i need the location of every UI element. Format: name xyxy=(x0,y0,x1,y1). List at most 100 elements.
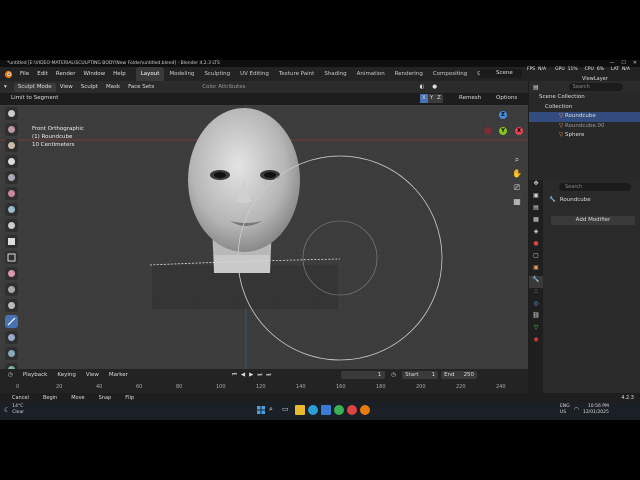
brush-smooth-icon[interactable] xyxy=(5,155,18,168)
menu-file[interactable]: File xyxy=(16,67,33,81)
clock-icon[interactable]: ◷ xyxy=(8,372,13,378)
brush-pinch-icon[interactable] xyxy=(5,187,18,200)
gizmo-neg-x[interactable] xyxy=(484,127,492,135)
brush-flatten-icon[interactable] xyxy=(5,171,18,184)
store-icon[interactable] xyxy=(321,405,331,415)
shading-material-icon[interactable]: ● xyxy=(428,81,441,93)
scene-selector[interactable]: Scene xyxy=(480,69,522,78)
outliner-collection[interactable]: Collection xyxy=(529,103,640,113)
gizmo-x-axis[interactable]: X xyxy=(515,127,523,135)
filter-icon[interactable] xyxy=(5,299,18,312)
frame-ruler[interactable]: 0 20 40 60 80 100 120 140 160 180 200 22… xyxy=(0,381,528,393)
constraints-tab-icon[interactable]: ⛓ xyxy=(529,312,543,324)
blender-logo-icon[interactable] xyxy=(4,70,13,79)
menu-face-sets[interactable]: Face Sets xyxy=(124,81,158,93)
3d-viewport[interactable]: Front Orthographic (1) Roundcube 10 Cent… xyxy=(0,105,528,369)
chrome-icon[interactable] xyxy=(334,405,344,415)
collection-tab-icon[interactable]: ▢ xyxy=(529,252,543,264)
clock[interactable]: 10:56 PM 12/01/2025 xyxy=(583,404,609,416)
render-tab-icon[interactable]: ▣ xyxy=(529,192,543,204)
start-frame-field[interactable]: Start 1 xyxy=(402,371,439,379)
tab-rendering[interactable]: Rendering xyxy=(390,67,428,81)
output-tab-icon[interactable]: ▤ xyxy=(529,204,543,216)
camera-view-icon[interactable]: ⎚ xyxy=(510,183,524,197)
tab-sculpting[interactable]: Sculpting xyxy=(199,67,235,81)
face-set-icon[interactable] xyxy=(5,267,18,280)
blender-taskbar-icon[interactable] xyxy=(360,405,370,415)
properties-search[interactable]: Search xyxy=(559,183,631,191)
menu-marker[interactable]: Marker xyxy=(109,372,128,378)
ortho-toggle-icon[interactable]: ▦ xyxy=(510,197,524,211)
remesh-dropdown[interactable]: Remesh xyxy=(459,95,481,101)
axis-x-toggle[interactable]: X xyxy=(420,94,428,103)
tab-modeling[interactable]: Modeling xyxy=(164,67,199,81)
menu-window[interactable]: Window xyxy=(79,67,109,81)
file-explorer-icon[interactable] xyxy=(295,405,305,415)
tab-texture-paint[interactable]: Texture Paint xyxy=(274,67,320,81)
current-frame-field[interactable]: 1 xyxy=(341,371,386,379)
menu-render[interactable]: Render xyxy=(52,67,80,81)
brush-draw-icon[interactable] xyxy=(5,107,18,120)
object-tab-icon[interactable]: ▣ xyxy=(529,264,543,276)
view-layer-tab-icon[interactable]: ▦ xyxy=(529,216,543,228)
mesh-filter-icon[interactable] xyxy=(5,331,18,344)
windows-start-icon[interactable] xyxy=(256,405,266,415)
edge-icon[interactable] xyxy=(308,405,318,415)
prev-key-icon[interactable]: ◀ xyxy=(241,372,245,378)
limit-to-segment-option[interactable]: Limit to Segment xyxy=(11,95,58,101)
trim-icon[interactable] xyxy=(5,283,18,296)
axis-y-toggle[interactable]: Y xyxy=(427,94,436,103)
menu-help[interactable]: Help xyxy=(109,67,130,81)
menu-view[interactable]: View xyxy=(56,81,77,93)
world-tab-icon[interactable]: ● xyxy=(529,240,543,252)
outliner-item-roundcube[interactable]: ▽ Roundcube xyxy=(529,112,640,122)
preview-range-icon[interactable]: ◷ xyxy=(391,372,396,378)
gizmo-z-axis[interactable]: Z xyxy=(499,111,507,119)
jump-end-icon[interactable]: ⏭ xyxy=(266,372,271,379)
axis-z-toggle[interactable]: Z xyxy=(435,94,443,103)
brush-clay-icon[interactable] xyxy=(5,123,18,136)
modifier-tab-icon[interactable]: 🔧 xyxy=(529,276,543,288)
task-view-icon[interactable]: ▭ xyxy=(282,405,292,415)
outliner-item-sphere[interactable]: ▽ Sphere xyxy=(529,131,640,141)
menu-mask[interactable]: Mask xyxy=(102,81,124,93)
navigation-gizmo[interactable]: Z X Y xyxy=(484,109,524,149)
mode-selector[interactable]: Sculpt Mode xyxy=(13,82,56,92)
tab-shading[interactable]: Shading xyxy=(319,67,351,81)
color-attributes-dropdown[interactable]: Color Attributes xyxy=(198,81,249,93)
menu-view-timeline[interactable]: View xyxy=(86,372,99,378)
play-icon[interactable]: ▶ xyxy=(249,372,253,378)
menu-keying[interactable]: Keying xyxy=(57,372,75,378)
language-indicator[interactable]: ENG US xyxy=(560,404,570,416)
search-icon[interactable]: ⌕ xyxy=(269,405,279,415)
menu-sculpt[interactable]: Sculpt xyxy=(77,81,102,93)
weather-widget[interactable]: ☾ 14°C Clear xyxy=(4,404,24,416)
particles-tab-icon[interactable]: ∴ xyxy=(529,288,543,300)
next-key-icon[interactable]: ⏭ xyxy=(257,372,262,379)
app-icon[interactable] xyxy=(347,405,357,415)
physics-tab-icon[interactable]: ◎ xyxy=(529,300,543,312)
outliner-search[interactable]: Search xyxy=(568,83,623,91)
tab-uv-editing[interactable]: UV Editing xyxy=(235,67,274,81)
pan-hand-icon[interactable]: ✋ xyxy=(510,169,524,183)
menu-edit[interactable]: Edit xyxy=(33,67,52,81)
wifi-icon[interactable]: ◠ xyxy=(574,407,579,413)
outliner-item-roundcube-00[interactable]: ▽ Roundcube.00 xyxy=(529,122,640,132)
gizmo-y-axis[interactable]: Y xyxy=(499,127,507,135)
brush-snake-hook-icon[interactable] xyxy=(5,219,18,232)
options-dropdown[interactable]: Options xyxy=(496,95,517,101)
material-tab-icon[interactable]: ◉ xyxy=(529,336,543,348)
outliner-filter-icon[interactable]: ▤ xyxy=(533,84,539,91)
line-project-tool-icon[interactable] xyxy=(5,315,18,328)
mask-brush-icon[interactable] xyxy=(5,235,18,248)
editor-type-icon[interactable]: ▾ xyxy=(0,81,11,93)
brush-grab-icon[interactable] xyxy=(5,203,18,216)
shading-solid-icon[interactable]: ◐ xyxy=(415,81,428,93)
add-modifier-button[interactable]: Add Modifier xyxy=(551,216,635,225)
data-tab-icon[interactable]: ▽ xyxy=(529,324,543,336)
tool-tab-icon[interactable]: ✥ xyxy=(529,180,543,192)
box-mask-icon[interactable] xyxy=(5,251,18,264)
scene-tab-icon[interactable]: ◈ xyxy=(529,228,543,240)
zoom-icon[interactable]: ⌕ xyxy=(510,155,524,169)
tab-layout[interactable]: Layout xyxy=(135,67,165,81)
